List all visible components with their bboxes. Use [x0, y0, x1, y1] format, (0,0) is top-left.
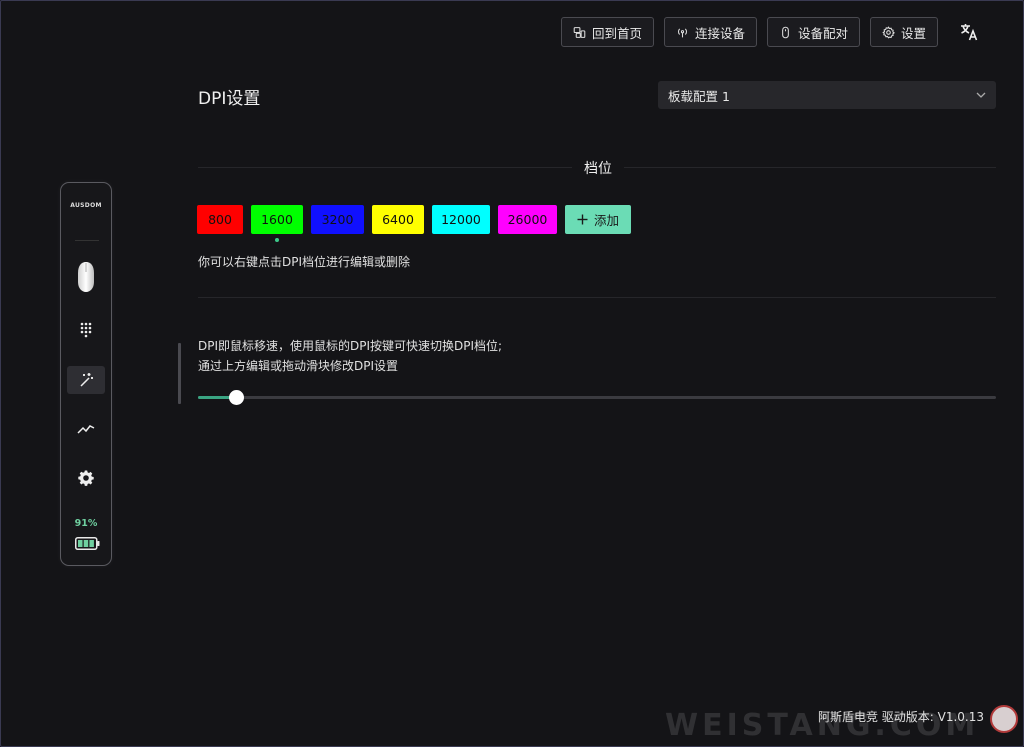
- dpi-level-value: 26000: [507, 212, 548, 227]
- dpi-level-4[interactable]: 12000: [432, 205, 490, 234]
- gear-icon: [882, 25, 895, 38]
- dpi-description: DPI即鼠标移速，使用鼠标的DPI按键可快速切换DPI档位; 通过上方编辑或拖动…: [198, 336, 502, 376]
- slider-track: [198, 396, 996, 399]
- section-title: 档位: [572, 158, 624, 178]
- slider-thumb[interactable]: [229, 390, 245, 405]
- dpi-slider[interactable]: [198, 389, 996, 407]
- settings-label: 设置: [900, 25, 926, 41]
- keypad-icon: [80, 322, 92, 338]
- profile-select[interactable]: 板载配置 1: [658, 81, 996, 109]
- dpi-level-value: 3200: [321, 212, 354, 227]
- device-pair-button[interactable]: 设备配对: [766, 17, 860, 47]
- profile-select-value: 板载配置 1: [668, 88, 730, 104]
- dpi-description-line1: DPI即鼠标移速，使用鼠标的DPI按键可快速切换DPI档位;: [198, 339, 503, 353]
- corner-brand-icon: [990, 705, 1018, 733]
- line-chart-icon: [77, 425, 95, 434]
- connect-device-label: 连接设备: [694, 25, 745, 41]
- sidebar: AUSDOM 91%: [60, 182, 112, 566]
- dpi-level-1[interactable]: 1600: [251, 205, 303, 242]
- dpi-levels: 800 1600 3200 6400 12000 26000 添加: [197, 205, 632, 242]
- home-devices-icon: [573, 26, 586, 38]
- dpi-level-value: 12000: [441, 212, 481, 227]
- settings-button[interactable]: 设置: [869, 17, 938, 47]
- content-divider: [198, 297, 996, 298]
- sidebar-item-settings[interactable]: [67, 464, 105, 492]
- top-bar: 回到首页 连接设备 设备配对 设置: [560, 17, 984, 47]
- brand-logo: AUSDOM: [70, 202, 102, 209]
- device-pair-label: 设备配对: [797, 25, 848, 41]
- battery-percentage: 91%: [74, 518, 98, 529]
- sidebar-item-dpi[interactable]: [67, 366, 105, 394]
- window-frame: [0, 0, 1024, 747]
- dpi-level-3[interactable]: 6400: [372, 205, 424, 234]
- dpi-level-value: 1600: [261, 212, 293, 227]
- add-dpi-label: 添加: [594, 213, 620, 228]
- home-button-label: 回到首页: [591, 25, 642, 41]
- battery-icon: [75, 535, 100, 554]
- dpi-level-5[interactable]: 26000: [498, 205, 557, 234]
- sidebar-item-performance[interactable]: [67, 415, 105, 443]
- magic-wand-icon: [80, 373, 93, 387]
- dpi-level-0[interactable]: 800: [197, 205, 243, 234]
- translate-icon: [961, 24, 978, 41]
- dpi-level-value: 800: [208, 212, 232, 227]
- page-title: DPI设置: [198, 89, 261, 109]
- active-level-indicator: [275, 238, 279, 242]
- language-button[interactable]: [954, 17, 984, 47]
- dpi-level-2[interactable]: 3200: [311, 205, 364, 234]
- sidebar-item-keys[interactable]: [67, 316, 105, 344]
- antenna-icon: [677, 27, 687, 37]
- mouse-device-icon[interactable]: [77, 261, 95, 293]
- sidebar-divider: [75, 240, 99, 241]
- mouse-icon: [782, 26, 789, 38]
- dpi-description-line2: 通过上方编辑或拖动滑块修改DPI设置: [198, 359, 399, 373]
- watermark: WEISTANG.COM: [665, 708, 980, 743]
- home-button[interactable]: 回到首页: [560, 17, 654, 47]
- chevron-down-icon: [976, 92, 986, 98]
- dpi-level-value: 6400: [382, 212, 414, 227]
- plus-icon: [577, 214, 588, 225]
- connect-device-button[interactable]: 连接设备: [663, 17, 757, 47]
- add-dpi-button[interactable]: 添加: [565, 205, 632, 234]
- settings-gear-icon: [78, 470, 94, 486]
- section-marker: [178, 343, 181, 404]
- dpi-edit-hint: 你可以右键点击DPI档位进行编辑或删除: [198, 255, 411, 269]
